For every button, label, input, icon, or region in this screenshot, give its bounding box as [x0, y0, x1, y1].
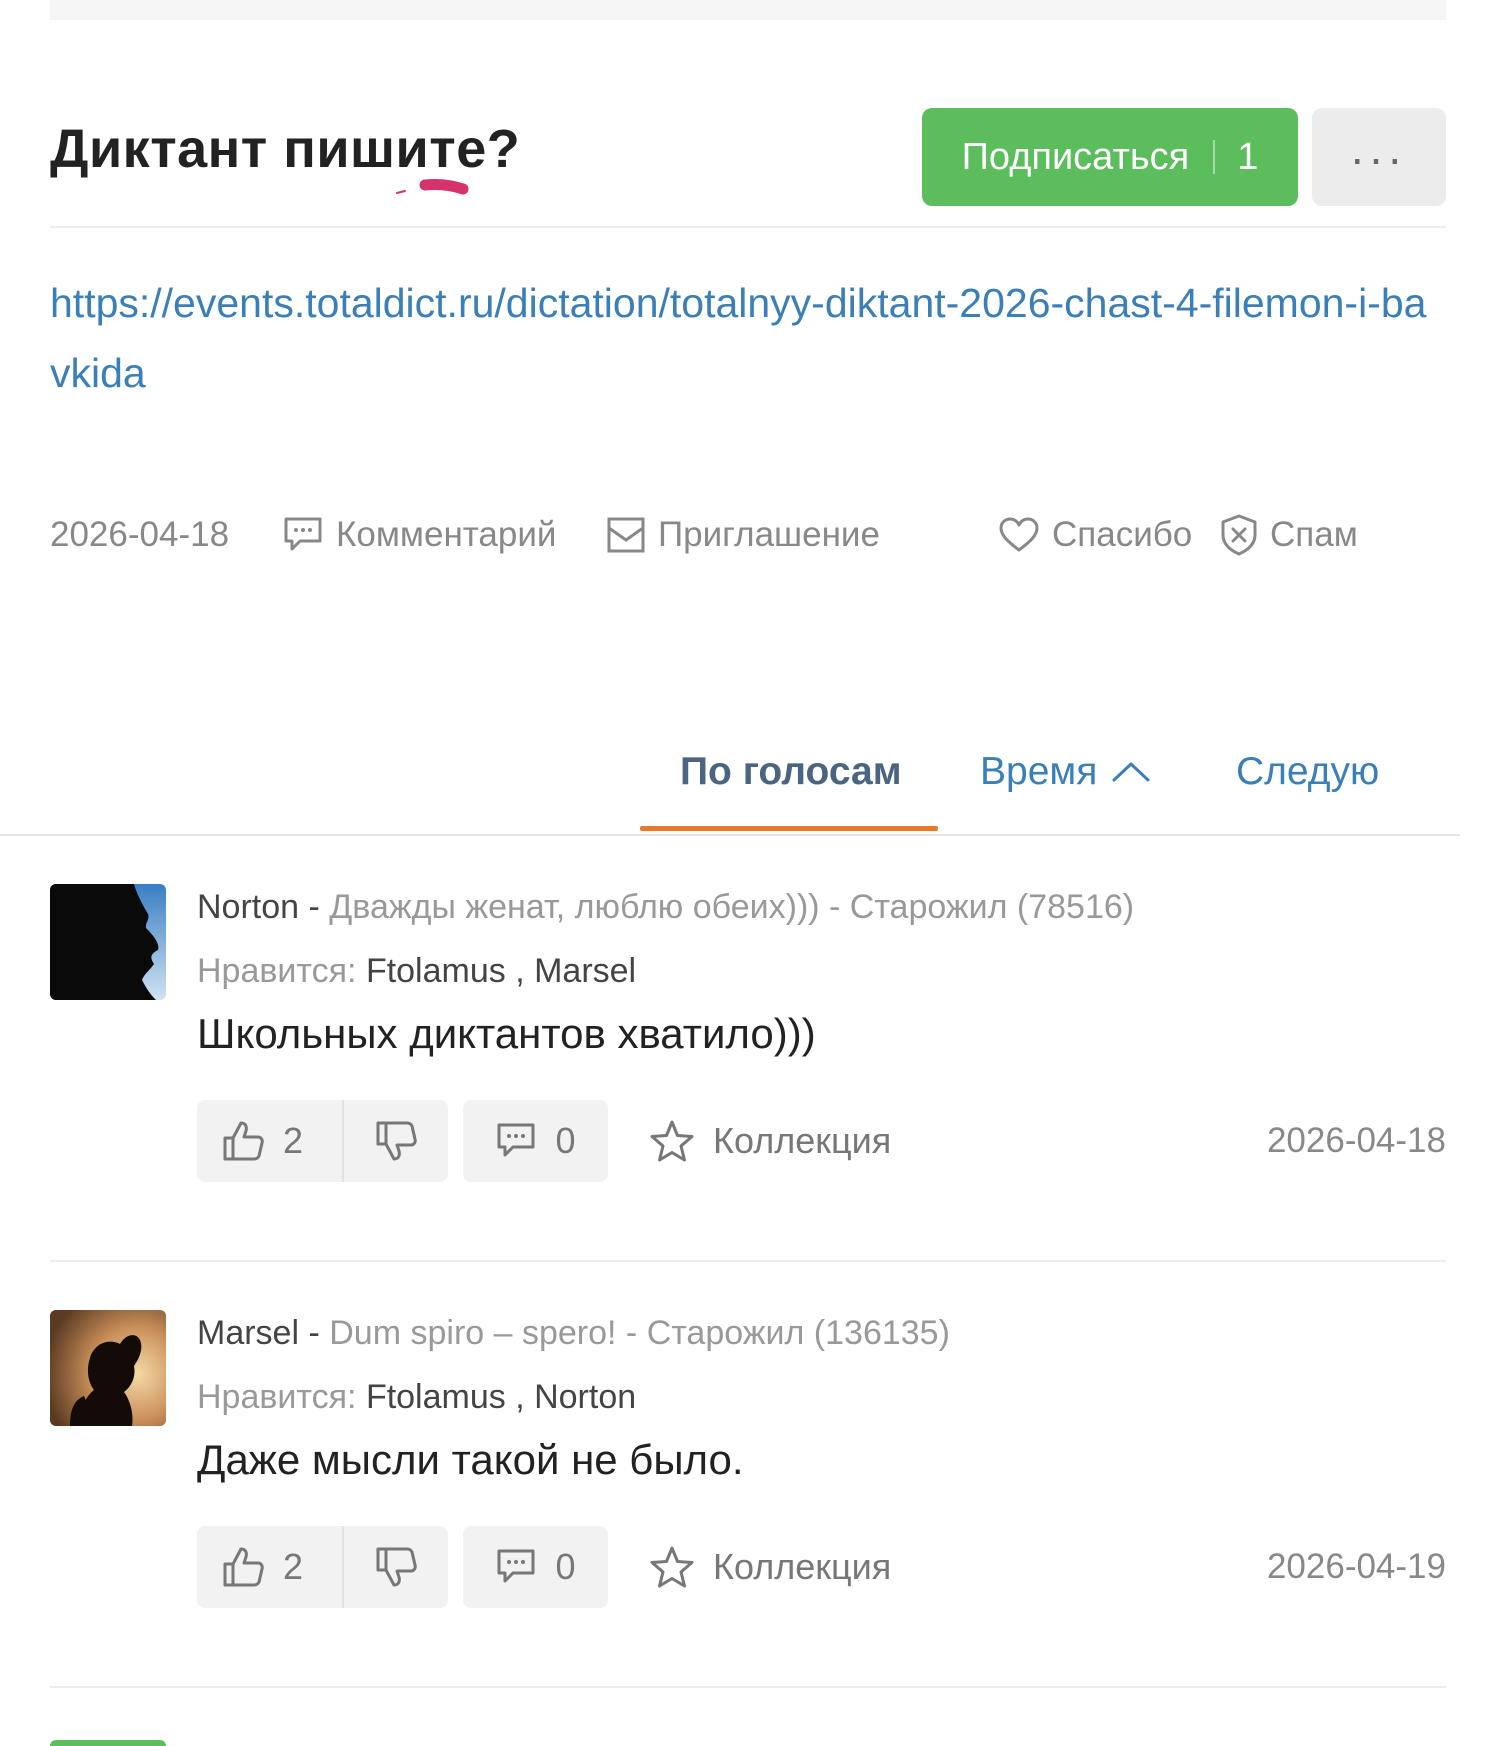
comment-icon: [497, 1123, 535, 1157]
page-title: Диктант пишите?: [50, 119, 521, 179]
downvote-button[interactable]: [374, 1100, 418, 1182]
thanks-button[interactable]: Спасибо: [998, 510, 1192, 560]
sort-tabs: По голосам Время Следую: [0, 740, 1460, 836]
author-separator: -: [299, 1314, 330, 1352]
comment-header: Marsel - Dum spiro – spero! - Старожил (…: [197, 1310, 1446, 1356]
post-meta: 2026-04-18 Комментарий Приглашение Спаси…: [50, 510, 1446, 560]
post-link[interactable]: https://events.totaldict.ru/dictation/to…: [50, 268, 1446, 408]
upvote-button[interactable]: 2: [221, 1526, 303, 1608]
upvote-count: 2: [283, 1546, 304, 1587]
tabs-divider: [0, 834, 1460, 836]
header-divider: [50, 226, 1446, 228]
heart-icon: [999, 517, 1039, 552]
reply-button[interactable]: 0: [463, 1100, 608, 1182]
comment-actions: 2 0 Коллекция: [197, 1100, 1446, 1182]
reply-button[interactable]: 0: [463, 1526, 608, 1608]
thumbs-up-icon: [223, 1547, 264, 1587]
tab-by-votes[interactable]: По голосам: [680, 750, 902, 794]
comment-date: 2026-04-19: [1266, 1547, 1446, 1586]
comment-divider: [50, 1686, 1446, 1688]
liked-by-names[interactable]: Ftolamus , Marsel: [366, 952, 636, 990]
spam-label: Спам: [1270, 515, 1358, 554]
spam-button[interactable]: Спам: [1220, 510, 1358, 560]
thumbs-down-icon: [376, 1121, 417, 1161]
author-subtitle: Дважды женат, люблю обеих))) - Старожил …: [329, 888, 1135, 926]
tab-by-time[interactable]: Время: [980, 750, 1153, 794]
top-strip: [50, 0, 1446, 20]
avatar[interactable]: [50, 1740, 166, 1746]
subscribe-divider: [1213, 140, 1216, 174]
author-separator: -: [299, 888, 330, 926]
upvote-count: 2: [283, 1120, 304, 1161]
collection-button[interactable]: Коллекция: [649, 1100, 891, 1182]
comment-text: Даже мысли такой не было.: [197, 1436, 744, 1483]
more-icon: ...: [1350, 122, 1408, 174]
invite-label: Приглашение: [658, 515, 880, 554]
upvote-button[interactable]: 2: [221, 1100, 303, 1182]
avatar[interactable]: [50, 884, 166, 1000]
star-icon: [650, 1120, 694, 1162]
vote-divider: [342, 1526, 344, 1608]
comment-icon: [284, 517, 322, 551]
envelope-icon: [607, 517, 645, 553]
thanks-label: Спасибо: [1052, 515, 1193, 554]
liked-by: Нравится: Ftolamus , Marsel: [197, 948, 1446, 994]
vote-box: 2: [197, 1100, 448, 1182]
invite-button[interactable]: Приглашение: [606, 510, 880, 560]
collection-label: Коллекция: [713, 1546, 892, 1587]
vote-box: 2: [197, 1526, 448, 1608]
star-icon: [650, 1546, 694, 1588]
comment-text: Школьных диктантов хватило))): [197, 1010, 816, 1057]
comment-header: Norton - Дважды женат, люблю обеих))) - …: [197, 884, 1446, 930]
subscribe-count: 1: [1237, 135, 1259, 178]
comment-date: 2026-04-18: [1266, 1121, 1446, 1160]
downvote-button[interactable]: [374, 1526, 418, 1608]
collection-label: Коллекция: [713, 1120, 892, 1161]
author-subtitle: Dum spiro – spero! - Старожил (136135): [329, 1314, 950, 1352]
collection-button[interactable]: Коллекция: [649, 1526, 891, 1608]
comment-icon: [497, 1549, 535, 1583]
comment-author[interactable]: Norton: [197, 888, 299, 926]
liked-by-label: Нравится:: [197, 952, 357, 990]
thumbs-down-icon: [376, 1547, 417, 1587]
chevron-up-icon: [1112, 762, 1150, 782]
tab-by-time-label: Время: [980, 750, 1098, 793]
liked-by-label: Нравится:: [197, 1378, 357, 1416]
comment-divider: [50, 1260, 1446, 1262]
active-tab-indicator: [640, 826, 938, 831]
subscribe-label: Подписаться: [961, 135, 1190, 178]
post-header: Диктант пишите? Подписаться 1 ...: [50, 108, 1446, 208]
comment-author[interactable]: Marsel: [197, 1314, 299, 1352]
comment-actions: 2 0 Коллекция: [197, 1526, 1446, 1608]
liked-by: Нравится: Ftolamus , Norton: [197, 1374, 1446, 1420]
reply-count: 0: [555, 1120, 576, 1161]
tab-following[interactable]: Следую: [1236, 750, 1379, 794]
ink-scribble: [396, 179, 469, 195]
thumbs-up-icon: [223, 1121, 264, 1161]
comment-label: Комментарий: [336, 515, 557, 554]
subscribe-button[interactable]: Подписаться 1: [922, 108, 1298, 206]
post-date: 2026-04-18: [50, 515, 230, 554]
vote-divider: [342, 1100, 344, 1182]
liked-by-names[interactable]: Ftolamus , Norton: [366, 1378, 636, 1416]
avatar[interactable]: [50, 1310, 166, 1426]
comment-button[interactable]: Комментарий: [282, 510, 556, 560]
more-button[interactable]: ...: [1312, 108, 1446, 206]
shield-x-icon: [1221, 514, 1257, 556]
reply-count: 0: [555, 1546, 576, 1587]
